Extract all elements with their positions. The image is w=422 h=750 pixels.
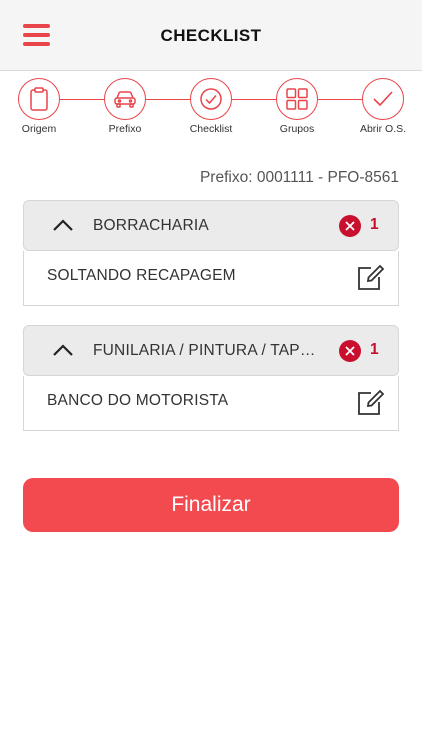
group-header[interactable]: FUNILARIA / PINTURA / TAPEÇARIA 1	[23, 325, 399, 376]
car-icon	[104, 78, 146, 120]
group-title: FUNILARIA / PINTURA / TAPEÇARIA	[93, 342, 325, 359]
edit-icon[interactable]	[355, 387, 385, 417]
check-circle-icon	[190, 78, 232, 120]
step-abrir-os[interactable]: Abrir O.S.	[348, 78, 418, 135]
edit-icon[interactable]	[355, 262, 385, 292]
item-label: BANCO DO MOTORISTA	[47, 392, 229, 409]
grid-icon	[276, 78, 318, 120]
finalize-button[interactable]: Finalizar	[23, 478, 399, 532]
item-label: SOLTANDO RECAPAGEM	[47, 267, 236, 284]
error-x-icon	[339, 215, 361, 237]
step-label: Abrir O.S.	[359, 123, 407, 135]
error-count: 1	[370, 341, 379, 358]
progress-stepper: Origem Prefixo Checklist Grupos Abrir O.…	[0, 78, 422, 140]
error-x-icon	[339, 340, 361, 362]
prefix-info: Prefixo: 0001111 - PFO-8561	[199, 169, 399, 186]
app-header: CHECKLIST	[0, 0, 422, 71]
step-checklist[interactable]: Checklist	[176, 78, 246, 135]
list-item: BANCO DO MOTORISTA	[23, 376, 399, 431]
chevron-up-icon	[53, 344, 73, 356]
step-prefixo[interactable]: Prefixo	[90, 78, 160, 135]
group-title: BORRACHARIA	[93, 217, 209, 234]
error-count: 1	[370, 216, 379, 233]
group-header[interactable]: BORRACHARIA 1	[23, 200, 399, 251]
step-label: Origem	[21, 123, 57, 135]
clipboard-icon	[18, 78, 60, 120]
checklist-group: BORRACHARIA 1 SOLTANDO RECAPAGEM	[23, 200, 399, 306]
step-label: Grupos	[279, 123, 315, 135]
checklist-group: FUNILARIA / PINTURA / TAPEÇARIA 1 BANCO …	[23, 325, 399, 431]
checkmark-icon	[362, 78, 404, 120]
step-label: Checklist	[189, 123, 233, 135]
step-grupos[interactable]: Grupos	[262, 78, 332, 135]
step-label: Prefixo	[108, 123, 142, 135]
chevron-up-icon	[53, 219, 73, 231]
list-item: SOLTANDO RECAPAGEM	[23, 251, 399, 306]
step-origem[interactable]: Origem	[4, 78, 74, 135]
page-title: CHECKLIST	[160, 26, 262, 45]
